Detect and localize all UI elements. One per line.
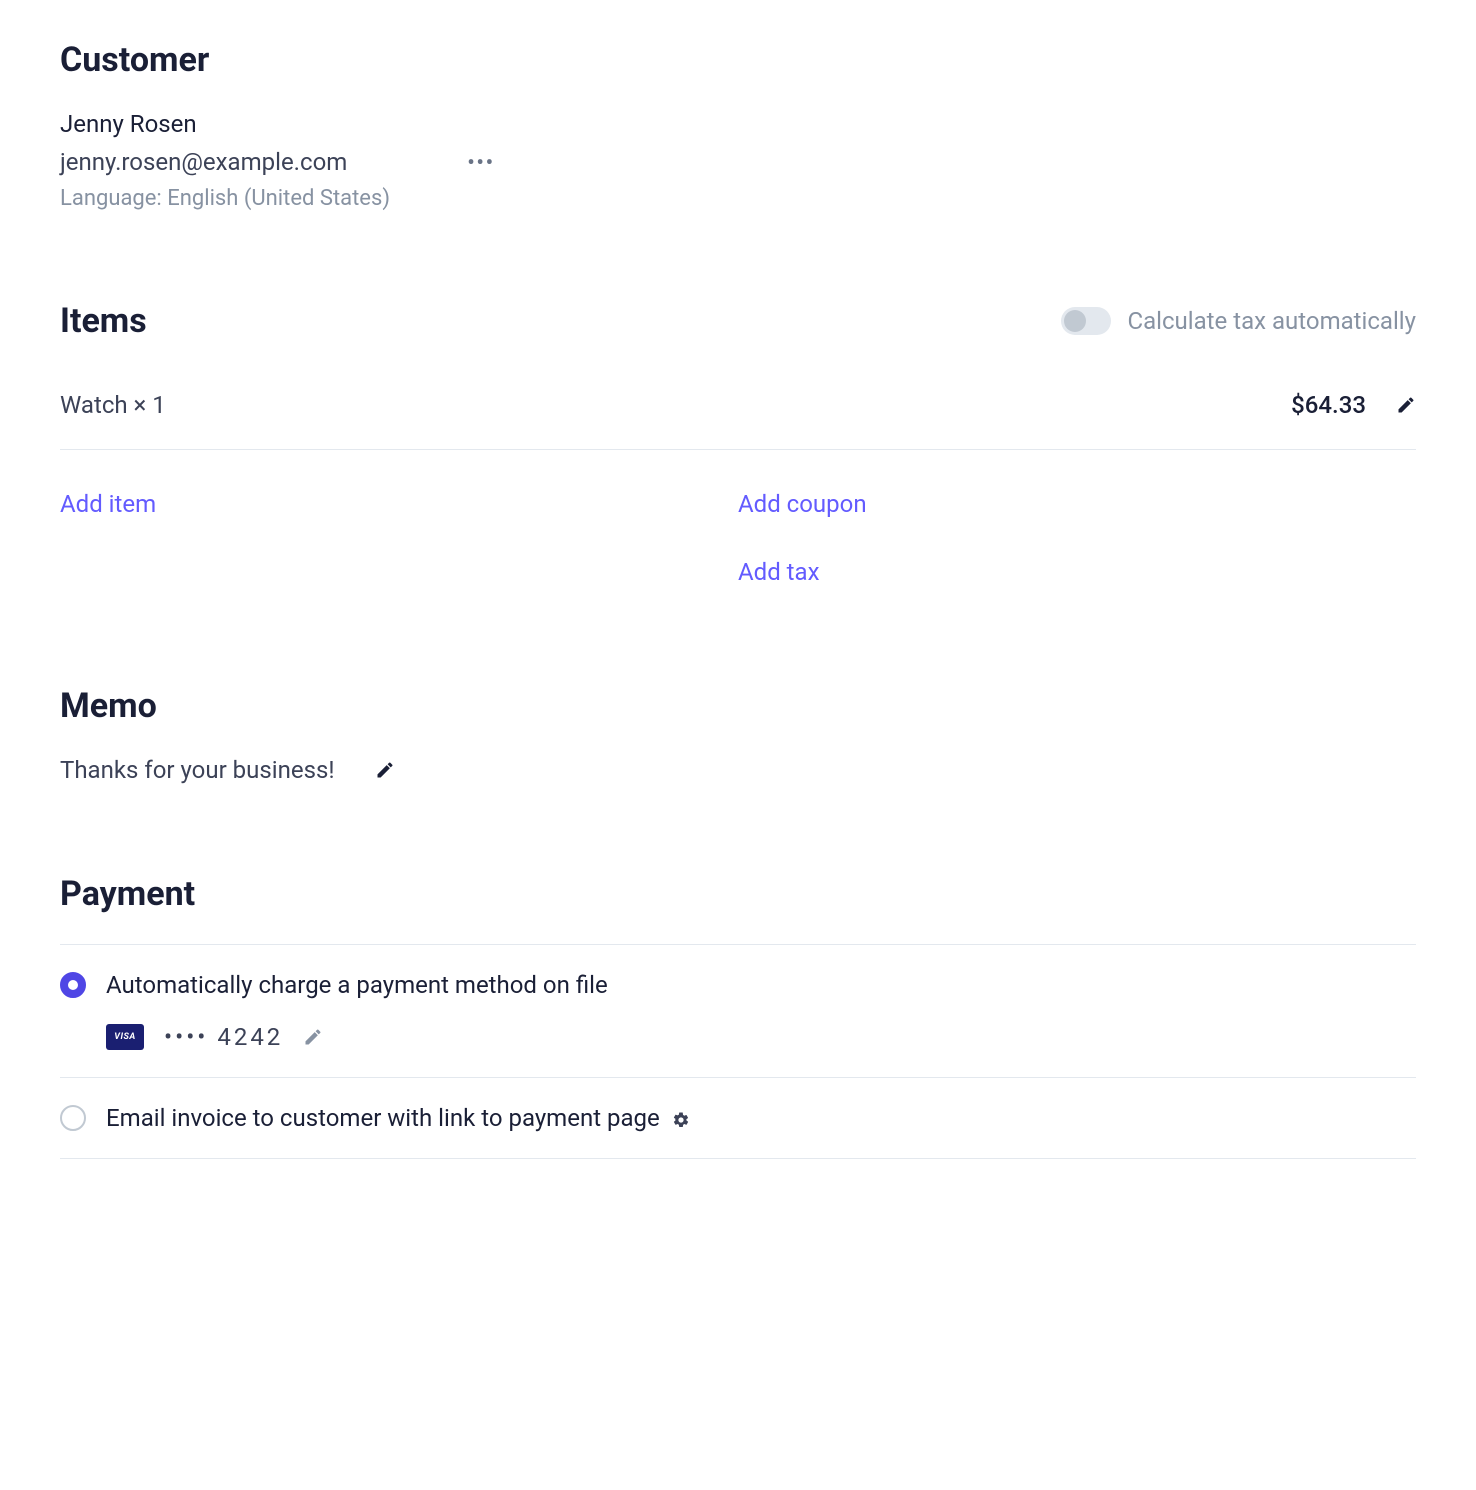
payment-option-auto-charge: Automatically charge a payment method on… bbox=[60, 945, 1416, 1078]
payment-heading: Payment bbox=[60, 874, 195, 914]
add-tax-button[interactable]: Add tax bbox=[738, 548, 1416, 596]
item-description: Watch × 1 bbox=[60, 391, 166, 419]
card-on-file: VISA •••• 4242 bbox=[106, 1023, 1416, 1051]
gear-icon[interactable] bbox=[672, 1111, 690, 1129]
card-last4: •••• 4242 bbox=[164, 1023, 283, 1051]
add-coupon-button[interactable]: Add coupon bbox=[738, 480, 1416, 528]
more-actions-icon[interactable]: ••• bbox=[467, 150, 495, 174]
item-price: $64.33 bbox=[1291, 391, 1366, 419]
radio-email-invoice[interactable] bbox=[60, 1105, 86, 1131]
memo-section: Memo Thanks for your business! bbox=[60, 686, 1416, 784]
toggle-knob bbox=[1064, 310, 1086, 332]
items-heading: Items bbox=[60, 301, 147, 341]
memo-heading: Memo bbox=[60, 686, 157, 726]
edit-card-icon[interactable] bbox=[303, 1027, 323, 1047]
payment-option-label: Email invoice to customer with link to p… bbox=[106, 1104, 690, 1132]
items-section: Items Calculate tax automatically Watch … bbox=[60, 301, 1416, 596]
add-item-button[interactable]: Add item bbox=[60, 480, 738, 528]
customer-section: Customer Jenny Rosen jenny.rosen@example… bbox=[60, 40, 1416, 211]
tax-auto-toggle[interactable] bbox=[1061, 307, 1111, 335]
customer-language: Language: English (United States) bbox=[60, 186, 1416, 211]
tax-toggle-label: Calculate tax automatically bbox=[1127, 307, 1416, 335]
line-item-row: Watch × 1 $64.33 bbox=[60, 371, 1416, 450]
payment-option-email-invoice: Email invoice to customer with link to p… bbox=[60, 1078, 1416, 1159]
card-brand: VISA bbox=[114, 1032, 136, 1042]
customer-email: jenny.rosen@example.com bbox=[60, 148, 347, 176]
payment-section: Payment Automatically charge a payment m… bbox=[60, 874, 1416, 1159]
customer-name: Jenny Rosen bbox=[60, 110, 1416, 138]
visa-badge-icon: VISA bbox=[106, 1024, 144, 1050]
radio-auto-charge[interactable] bbox=[60, 972, 86, 998]
tax-toggle-group: Calculate tax automatically bbox=[1061, 307, 1416, 335]
customer-heading: Customer bbox=[60, 40, 209, 80]
edit-item-icon[interactable] bbox=[1396, 395, 1416, 415]
edit-memo-icon[interactable] bbox=[375, 760, 395, 780]
memo-text: Thanks for your business! bbox=[60, 756, 335, 784]
payment-option-label: Automatically charge a payment method on… bbox=[106, 971, 608, 999]
